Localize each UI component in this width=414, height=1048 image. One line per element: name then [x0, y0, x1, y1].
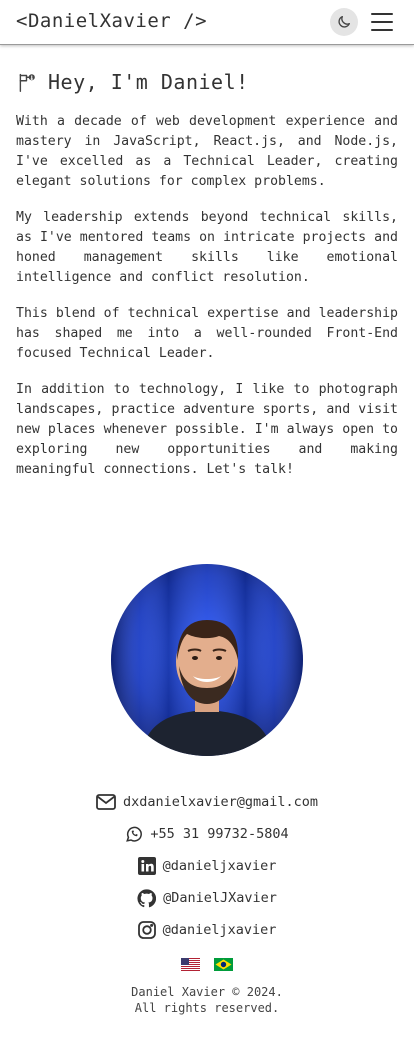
profile-photo — [111, 564, 303, 756]
whatsapp-icon — [125, 825, 143, 843]
about-paragraph: In addition to technology, I like to pho… — [16, 382, 398, 477]
contact-github[interactable]: @DanielJXavier — [0, 882, 414, 914]
contact-linkedin[interactable]: @danieljxavier — [0, 850, 414, 882]
site-header: <DanielXavier /> — [0, 0, 414, 45]
brazil-flag-icon[interactable] — [214, 956, 233, 975]
menu-button[interactable] — [371, 13, 393, 31]
contact-email-text: dxdanielxavier@gmail.com — [122, 794, 319, 810]
instagram-icon — [137, 921, 156, 939]
contact-linkedin-text: @danieljxavier — [162, 858, 277, 874]
greeting: Hey, I'm Daniel! — [16, 70, 249, 94]
theme-toggle-button[interactable] — [330, 8, 358, 36]
contact-instagram-text: @danieljxavier — [162, 922, 277, 938]
contact-instagram[interactable]: @danieljxavier — [0, 914, 414, 946]
hamburger-icon-line — [371, 13, 393, 15]
email-icon — [96, 794, 116, 810]
linkedin-icon — [137, 857, 156, 875]
greeting-title: Hey, I'm Daniel! — [48, 70, 249, 94]
us-flag-icon[interactable] — [181, 956, 200, 975]
pin-icon — [19, 73, 35, 92]
rights-text: All rights reserved. — [134, 1001, 280, 1015]
about-paragraph: My leadership extends beyond technical s… — [16, 210, 398, 285]
moon-icon — [338, 16, 350, 28]
site-logo[interactable]: <DanielXavier /> — [16, 10, 207, 32]
contact-whatsapp[interactable]: +55 31 99732-5804 — [0, 818, 414, 850]
github-icon — [137, 888, 157, 908]
site-footer: Daniel Xavier © 2024. All rights reserve… — [0, 984, 414, 1016]
about-paragraph: This blend of technical expertise and le… — [16, 306, 398, 361]
about-section: With a decade of web development experie… — [16, 112, 398, 496]
language-switcher — [0, 956, 414, 975]
copyright-text: Daniel Xavier © 2024. — [131, 985, 283, 999]
contact-email[interactable]: dxdanielxavier@gmail.com — [0, 786, 414, 818]
contact-list: dxdanielxavier@gmail.com +55 31 99732-58… — [0, 786, 414, 946]
contact-whatsapp-text: +55 31 99732-5804 — [150, 826, 289, 842]
about-paragraph: With a decade of web development experie… — [16, 114, 398, 189]
contact-github-text: @DanielJXavier — [163, 890, 277, 906]
hamburger-icon-line — [371, 21, 393, 23]
hamburger-icon-line — [371, 29, 393, 31]
